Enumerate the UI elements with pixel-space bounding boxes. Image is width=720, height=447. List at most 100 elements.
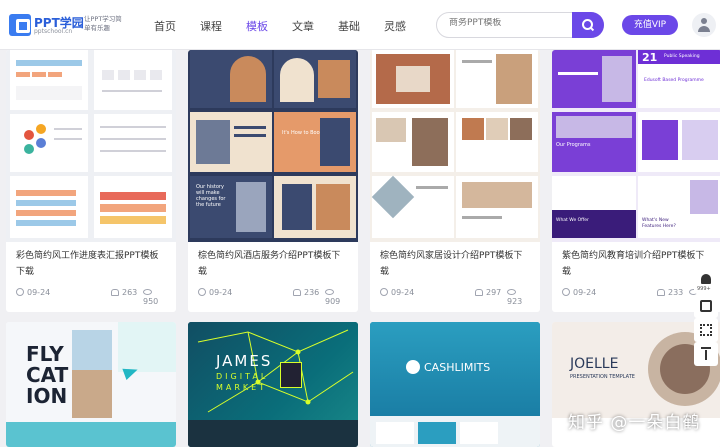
thumb-text: What's New Features Here? (642, 218, 676, 229)
download-icon (293, 289, 301, 296)
thumb-slide (456, 50, 538, 108)
template-thumbnail[interactable] (6, 50, 176, 242)
download-count: 263 (122, 288, 138, 297)
notification-count: 999+ (697, 286, 711, 292)
thumb-title: JOELLE (570, 356, 619, 372)
pptschool-logo-icon[interactable] (9, 14, 31, 36)
view-count: 909 (325, 297, 341, 306)
clock-icon (380, 288, 388, 296)
thumb-slide: What We Offer (552, 176, 636, 238)
qrcode-icon (700, 324, 712, 336)
nav-articles[interactable]: 文章 (292, 18, 314, 34)
thumb-slide: It's How to Book (274, 112, 356, 172)
thumb-text: Public Speaking (664, 54, 700, 59)
clock-icon (16, 288, 24, 296)
thumb-text: What We Offer (556, 218, 589, 223)
thumb-text: Our history will make changes for the fu… (196, 184, 226, 208)
upload-date: 09-24 (573, 288, 597, 297)
thumb-subtitle: MARKET (216, 383, 268, 392)
recharge-vip-button[interactable]: 充值VIP (622, 15, 678, 35)
search-input[interactable] (449, 18, 569, 28)
thumb-title-line: ION (26, 384, 68, 408)
thumb-title: CASHLIMITS (424, 361, 491, 374)
thumb-slide (10, 176, 88, 238)
thumb-title-line: FLY (26, 342, 64, 366)
thumb-slide (94, 50, 172, 110)
template-thumbnail[interactable]: JAMES DIGITAL MARKET (188, 322, 358, 447)
thumb-slide: Our history will make changes for the fu… (190, 176, 272, 238)
template-title[interactable]: 棕色简约风家居设计介绍PPT模板下载 (380, 248, 530, 280)
user-avatar-icon[interactable] (692, 13, 716, 37)
thumb-text: Our Programs (556, 142, 591, 148)
template-card[interactable]: It's How to Book Our history will make c… (188, 50, 358, 312)
thumb-slide: Our Programs (552, 112, 636, 172)
eye-icon (325, 289, 334, 295)
thumb-slide (456, 176, 538, 238)
download-icon (657, 289, 665, 296)
edit-tool[interactable] (694, 294, 718, 318)
template-thumbnail[interactable]: CASHLIMITS (370, 322, 540, 447)
arrow-up-icon (701, 347, 711, 349)
nav-home[interactable]: 首页 (154, 18, 176, 34)
notification-tool[interactable]: 999+ (694, 270, 718, 294)
clock-icon (562, 288, 570, 296)
top-header: PPT学园 pptschool.cn 让PPT学习简单有乐趣 首页 课程 模板 … (0, 0, 720, 50)
nav-courses[interactable]: 课程 (200, 18, 222, 34)
zhihu-watermark: 知乎 @一朵白鹤 (568, 413, 701, 433)
template-thumbnail[interactable]: 21 Public Speaking Edusoft Based Program… (552, 50, 720, 242)
thumb-slide (372, 112, 454, 172)
thumb-slide (638, 112, 720, 172)
download-count: 233 (668, 288, 684, 297)
thumb-title-line: CAT (26, 363, 69, 387)
thumb-slide (190, 112, 272, 172)
template-title[interactable]: 彩色简约风工作进度表汇报PPT模板下载 (16, 248, 166, 280)
nav-inspiration[interactable]: 灵感 (384, 18, 406, 34)
slogan: 让PPT学习简单有乐趣 (84, 15, 122, 32)
download-count: 297 (486, 288, 502, 297)
thumb-text: 21 (642, 51, 658, 64)
search-box (436, 12, 604, 38)
thumb-slide (94, 176, 172, 238)
search-button[interactable] (572, 12, 604, 38)
clock-icon (198, 288, 206, 296)
template-card[interactable]: FLY CAT ION (6, 322, 176, 447)
thumb-text: It's How to Book (282, 130, 323, 136)
thumb-slide (274, 176, 356, 238)
download-count: 236 (304, 288, 320, 297)
template-card[interactable]: 彩色简约风工作进度表汇报PPT模板下载 09-24 263 950 (6, 50, 176, 312)
thumb-slide: What's New Features Here? (638, 176, 720, 238)
thumb-title: JAMES (216, 352, 273, 370)
download-icon (111, 289, 119, 296)
edit-icon (700, 300, 712, 312)
qr-tool[interactable] (694, 318, 718, 342)
thumb-slide (10, 50, 88, 110)
thumb-subtitle: DIGITAL (216, 372, 269, 381)
thumb-text: Edusoft Based Programme (644, 78, 704, 83)
thumb-slide (552, 50, 636, 108)
template-thumbnail[interactable] (370, 50, 540, 242)
upload-date: 09-24 (27, 288, 51, 297)
upload-date: 09-24 (209, 288, 233, 297)
download-icon (475, 289, 483, 296)
thumb-slide (372, 50, 454, 108)
upload-date: 09-24 (391, 288, 415, 297)
thumb-slide (10, 114, 88, 172)
template-card[interactable]: 棕色简约风家居设计介绍PPT模板下载 09-24 297 923 (370, 50, 540, 312)
view-count: 923 (507, 297, 523, 306)
view-count: 950 (143, 297, 159, 306)
template-card[interactable]: CASHLIMITS (370, 322, 540, 447)
template-thumbnail[interactable]: FLY CAT ION (6, 322, 176, 447)
template-title[interactable]: 棕色简约风酒店服务介绍PPT模板下载 (198, 248, 348, 280)
template-thumbnail[interactable]: It's How to Book Our history will make c… (188, 50, 358, 242)
thumb-slide (371, 175, 454, 238)
template-card[interactable]: JAMES DIGITAL MARKET (188, 322, 358, 447)
main-nav: 首页 课程 模板 文章 基础 灵感 (154, 18, 430, 34)
nav-templates[interactable]: 模板 (246, 18, 268, 34)
thumb-slide (190, 50, 272, 108)
back-to-top-tool[interactable] (694, 342, 718, 366)
thumb-slide: 21 Public Speaking Edusoft Based Program… (638, 50, 720, 108)
eye-icon (507, 289, 516, 295)
nav-basics[interactable]: 基础 (338, 18, 360, 34)
template-title[interactable]: 紫色简约风教育培训介绍PPT模板下载 (562, 248, 712, 280)
logo-icon (406, 360, 420, 374)
